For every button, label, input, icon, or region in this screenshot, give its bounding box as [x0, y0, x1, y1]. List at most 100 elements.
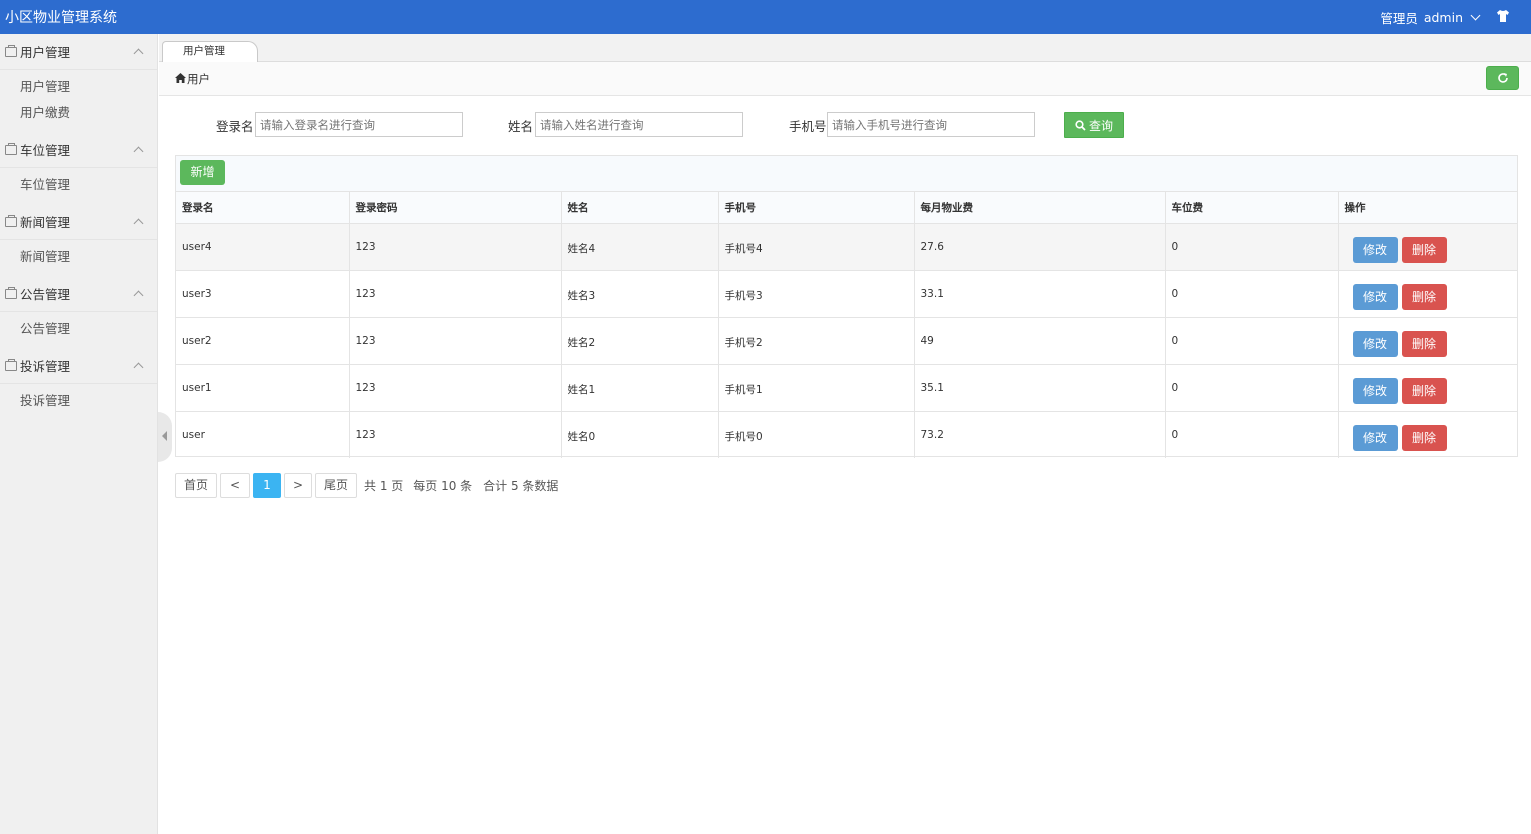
table-row: user 123 姓名0 手机号0 73.2 0 修改 删除: [176, 411, 1517, 458]
per-page: 每页 10 条: [413, 479, 473, 493]
chevron-up-icon: [133, 48, 144, 59]
prev-page-button[interactable]: <: [220, 473, 250, 498]
table-cell: 0: [1165, 364, 1339, 412]
name-input[interactable]: [535, 112, 743, 137]
column-header: 每月物业费: [914, 192, 1166, 224]
sidebar-group-label: 投诉管理: [20, 359, 71, 374]
refresh-icon: [1498, 73, 1508, 83]
chevron-down-icon: [1470, 10, 1481, 21]
chevron-up-icon: [133, 362, 144, 373]
table-header-row: 登录名 登录密码 姓名 手机号 每月物业费 车位费 操作: [176, 192, 1517, 224]
search-icon: [1075, 119, 1086, 131]
delete-button[interactable]: 删除: [1401, 236, 1447, 263]
sidebar-group-users: 用户管理 用户管理 用户缴费: [0, 34, 157, 132]
add-button[interactable]: 新增: [180, 160, 225, 185]
column-header: 登录名: [176, 192, 350, 224]
table-cell: 0: [1165, 223, 1339, 271]
table-row: user4 123 姓名4 手机号4 27.6 0 修改 删除: [176, 223, 1517, 271]
next-page-button[interactable]: >: [284, 473, 312, 498]
page-1-button[interactable]: 1: [253, 473, 281, 498]
total-pages: 共 1 页: [364, 479, 404, 493]
table-row: user3 123 姓名3 手机号3 33.1 0 修改 删除: [176, 270, 1517, 318]
table-cell: user4: [176, 223, 350, 271]
table-cell: 姓名0: [561, 411, 719, 458]
user-table: 登录名 登录密码 姓名 手机号 每月物业费 车位费 操作 user4 123 姓…: [176, 192, 1517, 458]
sidebar-group-label: 新闻管理: [20, 215, 71, 230]
phone-label: 手机号: [789, 119, 827, 134]
edit-button[interactable]: 修改: [1352, 424, 1398, 451]
table-row: user2 123 姓名2 手机号2 49 0 修改 删除: [176, 317, 1517, 365]
sidebar-group-head-users[interactable]: 用户管理: [0, 34, 157, 70]
table-actions: 修改 删除: [1338, 364, 1517, 412]
table-cell: 姓名4: [561, 223, 719, 271]
sidebar-collapse-handle[interactable]: [158, 412, 172, 462]
sidebar-item-news-management[interactable]: 新闻管理: [0, 244, 157, 270]
table-cell: 0: [1165, 411, 1339, 458]
sidebar-group-head-parking[interactable]: 车位管理: [0, 132, 157, 168]
table-cell: 123: [349, 317, 562, 365]
table-cell: 姓名2: [561, 317, 719, 365]
column-header: 操作: [1338, 192, 1517, 224]
sidebar-group-label: 车位管理: [20, 143, 71, 158]
table-cell: 49: [914, 317, 1166, 365]
sidebar-group-parking: 车位管理 车位管理: [0, 132, 157, 204]
sidebar-item-complaint-management[interactable]: 投诉管理: [0, 388, 157, 414]
sidebar-item-user-management[interactable]: 用户管理: [0, 74, 157, 100]
breadcrumb: 用户: [159, 62, 1531, 96]
sidebar-group-head-notice[interactable]: 公告管理: [0, 276, 157, 312]
query-button[interactable]: 查询: [1064, 112, 1124, 138]
table-cell: 手机号1: [718, 364, 915, 412]
last-page-button[interactable]: 尾页: [315, 473, 357, 498]
login-name-label: 登录名: [216, 119, 254, 134]
top-header: 小区物业管理系统 管理员 admin: [0, 0, 1531, 34]
username: admin: [1423, 10, 1463, 25]
table-cell: 手机号4: [718, 223, 915, 271]
column-header: 登录密码: [349, 192, 562, 224]
table-cell: 0: [1165, 270, 1339, 318]
breadcrumb-current: 用户: [187, 72, 210, 86]
pagination: 首页 < 1 > 尾页 共 1 页 每页 10 条 合计 5 条数据: [175, 473, 558, 498]
sidebar-item-notice-management[interactable]: 公告管理: [0, 316, 157, 342]
sidebar-item-parking-management[interactable]: 车位管理: [0, 172, 157, 198]
sidebar-group-notice: 公告管理 公告管理: [0, 276, 157, 348]
shirt-icon[interactable]: [1496, 9, 1510, 23]
table-cell: user1: [176, 364, 350, 412]
sidebar-group-head-news[interactable]: 新闻管理: [0, 204, 157, 240]
table-cell: 73.2: [914, 411, 1166, 458]
edit-button[interactable]: 修改: [1352, 236, 1398, 263]
user-menu[interactable]: 管理员 admin: [1380, 8, 1481, 27]
folder-icon: [5, 286, 17, 299]
edit-button[interactable]: 修改: [1352, 377, 1398, 404]
refresh-button[interactable]: [1486, 66, 1519, 90]
edit-button[interactable]: 修改: [1352, 330, 1398, 357]
login-name-input[interactable]: [255, 112, 463, 137]
sidebar-group-head-complaint[interactable]: 投诉管理: [0, 348, 157, 384]
table-cell: 35.1: [914, 364, 1166, 412]
table-cell: 123: [349, 364, 562, 412]
table-toolbar: 新增: [176, 156, 1517, 192]
first-page-button[interactable]: 首页: [175, 473, 217, 498]
table-cell: 123: [349, 270, 562, 318]
delete-button[interactable]: 删除: [1401, 330, 1447, 357]
folder-icon: [5, 358, 17, 371]
tab-user-management[interactable]: 用户管理: [162, 41, 258, 63]
table-cell: 手机号2: [718, 317, 915, 365]
table-row: user1 123 姓名1 手机号1 35.1 0 修改 删除: [176, 364, 1517, 412]
phone-input[interactable]: [827, 112, 1035, 137]
column-header: 车位费: [1165, 192, 1339, 224]
table-actions: 修改 删除: [1338, 223, 1517, 271]
table-actions: 修改 删除: [1338, 317, 1517, 365]
chevron-up-icon: [133, 218, 144, 229]
role-label: 管理员: [1380, 11, 1418, 26]
search-form: 登录名 姓名 手机号 查询: [159, 112, 1531, 138]
folder-icon: [5, 44, 17, 57]
sidebar-item-user-payment[interactable]: 用户缴费: [0, 100, 157, 126]
delete-button[interactable]: 删除: [1401, 377, 1447, 404]
home-icon: [175, 73, 186, 83]
delete-button[interactable]: 删除: [1401, 283, 1447, 310]
table-cell: user2: [176, 317, 350, 365]
sidebar-group-news: 新闻管理 新闻管理: [0, 204, 157, 276]
delete-button[interactable]: 删除: [1401, 424, 1447, 451]
edit-button[interactable]: 修改: [1352, 283, 1398, 310]
table-cell: 123: [349, 223, 562, 271]
